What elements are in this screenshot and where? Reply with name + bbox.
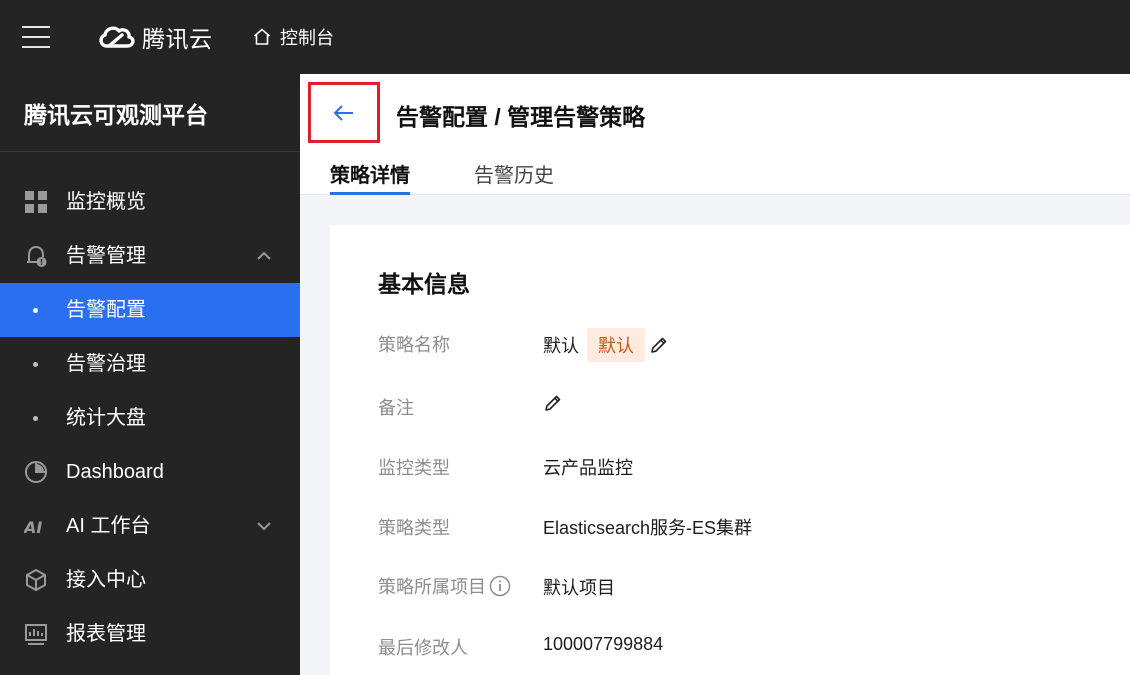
card-title: 基本信息 <box>378 271 470 297</box>
sidebar: 腾讯云可观测平台 监控概览 告警管理 告警配置 告警治理 统计大盘 Dashbo… <box>0 74 300 675</box>
strategy-name-value: 默认 <box>543 336 579 356</box>
sidebar-item-report-management[interactable]: 报表管理 <box>0 607 300 661</box>
bullet-dot <box>33 308 38 313</box>
chevron-down-icon[interactable] <box>256 519 272 533</box>
basic-info-card: 基本信息 策略名称 默认 默认 备注 监控类型 云产品监控 策略类型 Elast… <box>330 225 1130 675</box>
project-label-text: 策略所属项目 <box>378 577 486 597</box>
sidebar-item-label: Dashboard <box>66 461 164 483</box>
edit-pencil-icon[interactable] <box>543 393 563 413</box>
bullet-dot <box>33 416 38 421</box>
field-value-remark <box>543 393 563 413</box>
bell-icon <box>27 245 47 267</box>
sidebar-item-label: 报表管理 <box>66 623 146 645</box>
arrow-left-icon <box>333 104 353 121</box>
sidebar-item-label: 告警配置 <box>66 299 146 321</box>
default-tag: 默认 <box>587 328 645 362</box>
svg-text:AI: AI <box>24 518 42 537</box>
sidebar-title: 腾讯云可观测平台 <box>24 102 208 128</box>
sidebar-item-label: 统计大盘 <box>66 407 146 429</box>
cloud-logo-icon <box>99 26 135 48</box>
tab-alarm-history[interactable]: 告警历史 <box>474 159 554 195</box>
sidebar-item-dashboard[interactable]: Dashboard <box>0 445 300 499</box>
field-label-monitor-type: 监控类型 <box>378 458 450 478</box>
sidebar-item-access-center[interactable]: 接入中心 <box>0 553 300 607</box>
page-header: 告警配置 / 管理告警策略 策略详情 告警历史 <box>300 74 1130 195</box>
sidebar-item-label: 告警治理 <box>66 353 146 375</box>
chevron-up-icon[interactable] <box>256 249 272 263</box>
logo-text: 腾讯云 <box>142 26 213 52</box>
field-value-monitor-type: 云产品监控 <box>543 458 633 478</box>
sidebar-item-stats-dashboard[interactable]: 统计大盘 <box>0 391 300 445</box>
field-label-last-modifier: 最后修改人 <box>378 638 468 658</box>
field-value-last-modifier: 100007799884 <box>543 634 664 654</box>
page-title: 告警配置 / 管理告警策略 <box>396 104 646 130</box>
console-label: 控制台 <box>280 28 334 48</box>
console-link[interactable]: 控制台 <box>252 24 334 50</box>
back-button[interactable] <box>308 82 380 143</box>
home-icon <box>253 28 271 45</box>
report-icon <box>25 624 47 645</box>
field-value-strategy-name: 默认 默认 <box>543 328 669 362</box>
sidebar-item-alarm-config[interactable]: 告警配置 <box>0 283 300 337</box>
sidebar-item-label: 接入中心 <box>66 569 146 591</box>
ai-icon: AI <box>24 518 42 537</box>
field-label-strategy-name: 策略名称 <box>378 335 450 355</box>
hamburger-menu-icon[interactable] <box>22 26 50 48</box>
pie-chart-icon <box>25 461 47 483</box>
field-label-strategy-type: 策略类型 <box>378 518 450 538</box>
edit-pencil-icon[interactable] <box>649 335 669 355</box>
field-value-strategy-type: Elasticsearch服务-ES集群 <box>543 518 753 538</box>
top-bar: 腾讯云 控制台 <box>0 0 1130 74</box>
tab-strategy-details[interactable]: 策略详情 <box>330 159 410 195</box>
sidebar-item-monitor-overview[interactable]: 监控概览 <box>0 175 300 229</box>
field-value-project: 默认项目 <box>543 578 615 598</box>
field-label-project: 策略所属项目 <box>378 573 511 599</box>
grid-icon <box>25 191 47 213</box>
sidebar-item-alarm-management[interactable]: 告警管理 <box>0 229 300 283</box>
tencent-cloud-logo[interactable]: 腾讯云 <box>96 20 213 54</box>
field-label-remark: 备注 <box>378 398 414 418</box>
sidebar-item-alarm-governance[interactable]: 告警治理 <box>0 337 300 391</box>
sidebar-item-label: 告警管理 <box>66 245 146 267</box>
sidebar-item-label: 监控概览 <box>66 191 146 213</box>
bullet-dot <box>33 362 38 367</box>
sidebar-item-ai-workbench[interactable]: AI AI 工作台 <box>0 499 300 553</box>
info-icon[interactable] <box>489 575 511 597</box>
sidebar-item-label: AI 工作台 <box>66 515 151 537</box>
cube-icon <box>26 569 46 591</box>
sidebar-divider <box>0 151 300 152</box>
